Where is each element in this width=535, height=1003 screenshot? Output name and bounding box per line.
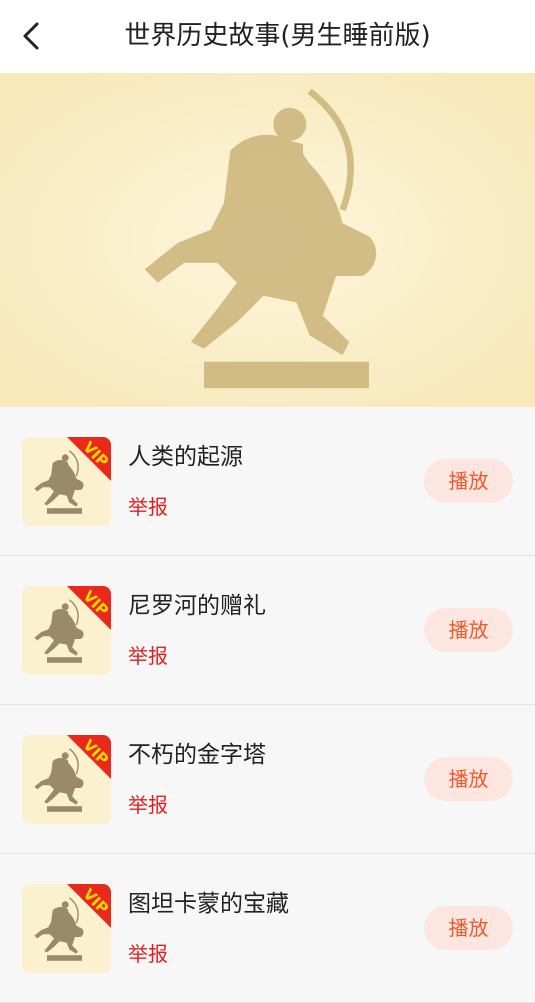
album-banner xyxy=(0,73,535,407)
report-link[interactable]: 举报 xyxy=(128,938,168,967)
page-title: 世界历史故事(男生睡前版) xyxy=(124,21,431,51)
top-bar: 世界历史故事(男生睡前版) xyxy=(0,0,535,73)
play-button[interactable]: 播放 xyxy=(424,459,513,503)
report-link[interactable]: 举报 xyxy=(128,640,168,669)
track-title[interactable]: 图坦卡蒙的宝藏 xyxy=(128,884,289,918)
list-item: VIP 不朽的金字塔 举报 播放 xyxy=(0,705,535,854)
track-title[interactable]: 尼罗河的赠礼 xyxy=(128,586,266,620)
track-title[interactable]: 人类的起源 xyxy=(128,437,243,471)
track-thumbnail[interactable]: VIP xyxy=(22,884,111,973)
track-title[interactable]: 不朽的金字塔 xyxy=(128,735,266,769)
play-button[interactable]: 播放 xyxy=(424,608,513,652)
track-list: VIP 人类的起源 举报 播放 VIP 尼罗河的赠礼 举报 播放 VIP 不朽的… xyxy=(0,407,535,1003)
track-thumbnail[interactable]: VIP xyxy=(22,586,111,675)
report-link[interactable]: 举报 xyxy=(128,789,168,818)
list-item: VIP 图坦卡蒙的宝藏 举报 播放 xyxy=(0,854,535,1003)
list-item: VIP 尼罗河的赠礼 举报 播放 xyxy=(0,556,535,705)
back-arrow-icon[interactable] xyxy=(14,18,50,54)
track-thumbnail[interactable]: VIP xyxy=(22,735,111,824)
track-thumbnail[interactable]: VIP xyxy=(22,437,111,526)
play-button[interactable]: 播放 xyxy=(424,906,513,950)
play-button[interactable]: 播放 xyxy=(424,757,513,801)
report-link[interactable]: 举报 xyxy=(128,491,168,520)
list-item: VIP 人类的起源 举报 播放 xyxy=(0,407,535,556)
